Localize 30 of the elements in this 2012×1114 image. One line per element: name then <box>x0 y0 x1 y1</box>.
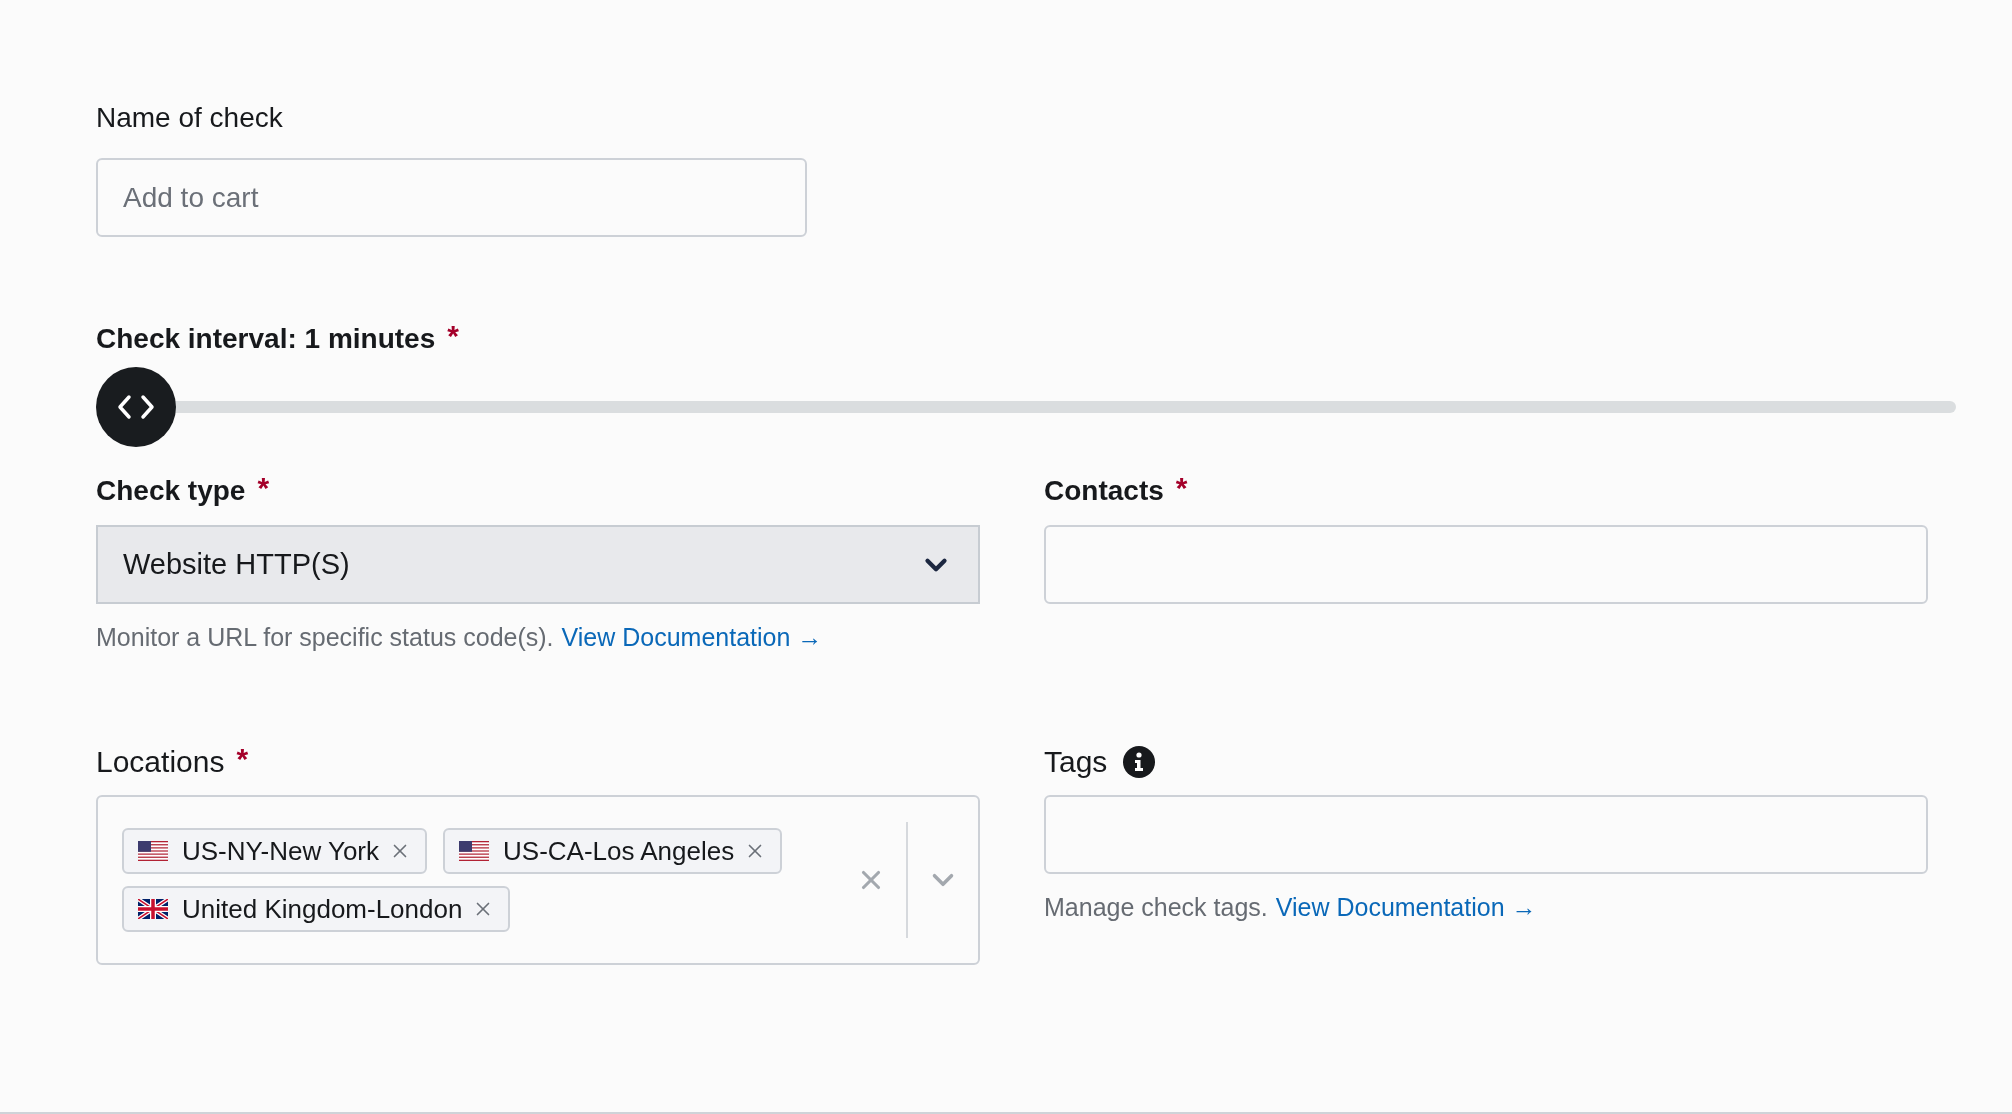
documentation-link[interactable]: View Documentation → <box>561 620 823 654</box>
field-label: Tags <box>1044 744 1108 780</box>
flag-icon <box>138 841 168 861</box>
required-asterisk: * <box>1175 473 1188 503</box>
field-label: Name of check <box>96 101 283 135</box>
chip-label: US-NY-New York <box>182 834 379 868</box>
chip-label: United Kingdom-London <box>182 892 463 926</box>
chip-label: US-CA-Los Angeles <box>503 834 735 868</box>
required-asterisk: * <box>236 744 249 774</box>
field-label: Check interval: 1 minutes <box>96 322 436 356</box>
required-asterisk: * <box>257 473 270 503</box>
contacts-input-field[interactable] <box>1044 525 1928 604</box>
field-label: Locations <box>96 744 225 780</box>
code-arrows-icon <box>116 393 156 421</box>
location-chip[interactable]: US-CA-Los Angeles <box>443 828 783 874</box>
location-chip[interactable]: US-NY-New York <box>122 828 427 874</box>
field-label: Contacts <box>1044 474 1164 508</box>
tags-input-field[interactable] <box>1044 795 1928 874</box>
field-label: Check type <box>96 474 246 508</box>
required-asterisk: * <box>447 321 459 351</box>
check-type-select[interactable]: Website HTTP(S) <box>96 525 980 604</box>
name-input-field[interactable]: Add to cart <box>96 158 807 237</box>
info-icon[interactable] <box>1123 746 1156 778</box>
flag-icon <box>138 899 168 919</box>
help-text: Monitor a URL for specific status code(s). <box>96 622 554 653</box>
help-text: Manage check tags. <box>1044 892 1268 923</box>
documentation-link[interactable]: View Documentation → <box>1275 890 1537 924</box>
flag-icon <box>459 841 489 861</box>
locations-multiselect[interactable]: US-NY-New York US-CA-Los Angeles United Kingdom-London <box>96 795 980 965</box>
location-chip[interactable]: United Kingdom-London <box>122 886 511 932</box>
